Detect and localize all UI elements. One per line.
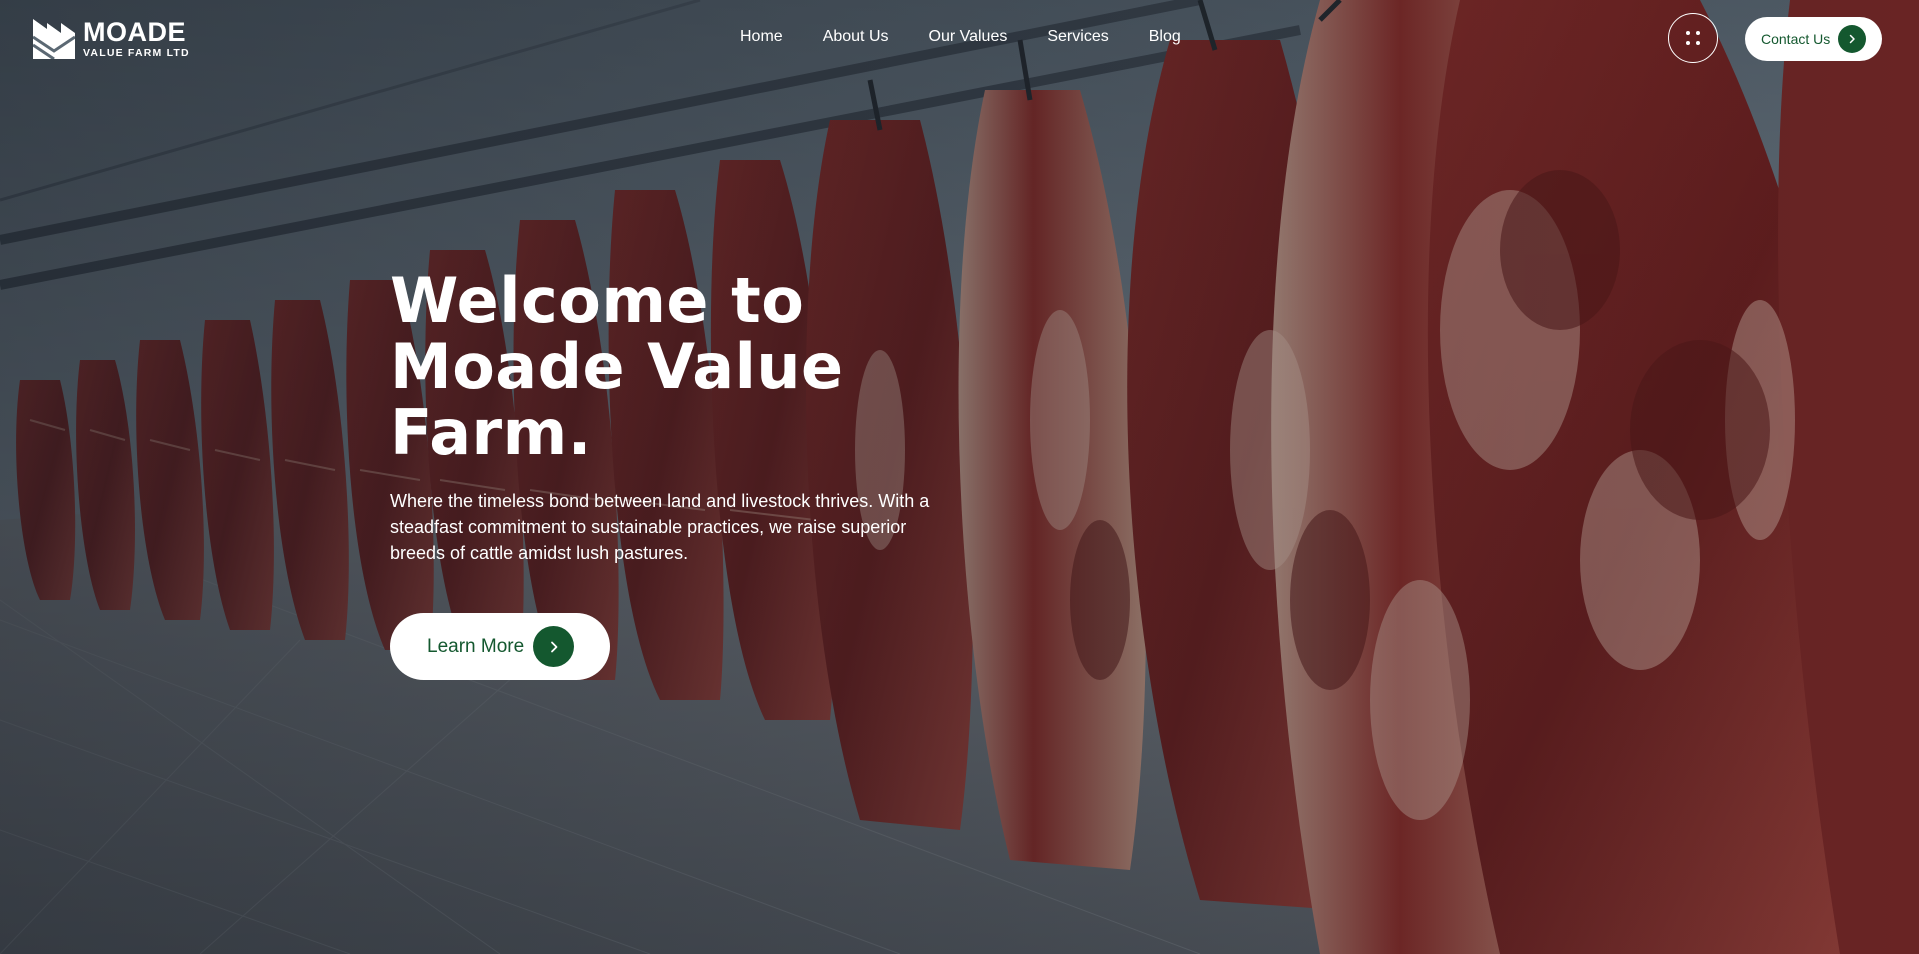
hero-title: Welcome to Moade Value Farm.	[390, 268, 950, 466]
nav-link-blog[interactable]: Blog	[1149, 28, 1181, 46]
brand-subtitle: VALUE FARM LTD	[83, 47, 190, 60]
brand-text: MOADE VALUE FARM LTD	[83, 19, 190, 59]
nav-link-home[interactable]: Home	[740, 28, 783, 46]
chevron-right-icon	[533, 626, 575, 667]
contact-us-label: Contact Us	[1761, 31, 1831, 47]
main-nav: Home About Us Our Values Services Blog	[740, 28, 1181, 46]
hero-title-line: Farm.	[390, 396, 592, 469]
hero-section: MOADE VALUE FARM LTD Home About Us Our V…	[0, 0, 1919, 954]
chevron-right-icon	[1838, 25, 1867, 53]
learn-more-label: Learn More	[427, 635, 525, 657]
hero-title-line: Welcome to	[390, 264, 805, 337]
menu-toggle-button[interactable]	[1668, 13, 1718, 63]
grid-dots-icon	[1686, 31, 1700, 45]
hero-description: Where the timeless bond between land and…	[390, 491, 930, 563]
hero-title-line: Moade Value	[390, 330, 844, 403]
brand-logo[interactable]: MOADE VALUE FARM LTD	[33, 19, 190, 59]
m-letter-icon	[33, 19, 75, 59]
brand-name: MOADE	[83, 17, 186, 48]
learn-more-button[interactable]: Learn More	[390, 613, 610, 680]
hero-dark-overlay	[0, 0, 1919, 954]
nav-link-about-us[interactable]: About Us	[823, 28, 889, 46]
nav-link-our-values[interactable]: Our Values	[929, 28, 1008, 46]
nav-link-services[interactable]: Services	[1047, 28, 1108, 46]
contact-us-button[interactable]: Contact Us	[1745, 17, 1882, 61]
